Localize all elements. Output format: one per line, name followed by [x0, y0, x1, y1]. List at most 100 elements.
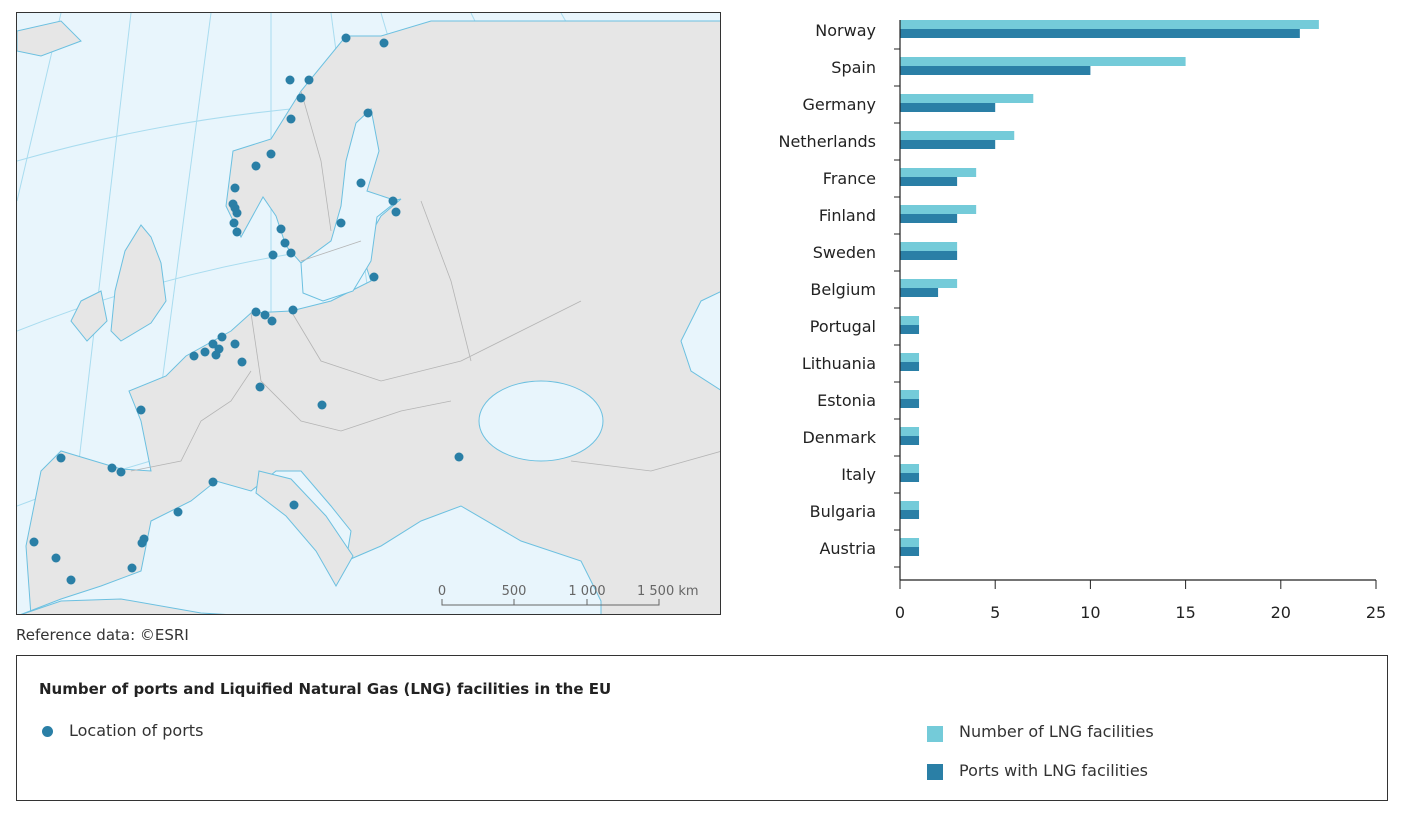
port-marker	[288, 305, 298, 315]
port-marker	[255, 382, 265, 392]
bar-ports-lng	[900, 547, 920, 556]
category-label: Belgium	[810, 280, 876, 299]
category-label: Spain	[831, 58, 876, 77]
legend-swatch-ports-lng	[927, 764, 943, 780]
port-marker	[230, 339, 240, 349]
bar-lng-facilities	[900, 242, 958, 251]
port-marker	[285, 75, 295, 85]
port-marker	[391, 207, 401, 217]
port-marker	[173, 507, 183, 517]
category-label: France	[823, 169, 876, 188]
category-label: Norway	[815, 21, 876, 40]
port-marker	[237, 357, 247, 367]
x-tick-label: 0	[895, 603, 905, 622]
category-label: Germany	[802, 95, 876, 114]
map-svg: 0 500 1 000 1 500 km	[17, 13, 720, 614]
port-marker	[229, 218, 239, 228]
port-marker	[217, 332, 227, 342]
bar-ports-lng	[900, 436, 920, 445]
port-marker	[136, 405, 146, 415]
port-marker	[286, 114, 296, 124]
bar-lng-facilities	[900, 390, 920, 399]
bar-lng-facilities	[900, 168, 977, 177]
bar-ports-lng	[900, 214, 958, 223]
port-marker	[127, 563, 137, 573]
port-marker	[260, 310, 270, 320]
bar-lng-facilities	[900, 205, 977, 214]
category-label: Finland	[819, 206, 876, 225]
port-marker	[369, 272, 379, 282]
port-marker	[280, 238, 290, 248]
port-marker	[341, 33, 351, 43]
port-marker	[276, 224, 286, 234]
bar-ports-lng	[900, 29, 1300, 38]
port-marker	[56, 453, 66, 463]
x-tick-label: 15	[1175, 603, 1195, 622]
bar-ports-lng	[900, 362, 920, 371]
category-label: Italy	[841, 465, 876, 484]
bar-lng-facilities	[900, 20, 1319, 29]
port-marker	[208, 477, 218, 487]
bar-lng-facilities	[900, 131, 1015, 140]
port-marker	[232, 208, 242, 218]
bar-lng-facilities	[900, 501, 920, 510]
port-marker	[189, 351, 199, 361]
port-marker	[230, 183, 240, 193]
port-marker	[317, 400, 327, 410]
legend-ports: Location of ports	[69, 721, 204, 740]
category-label: Netherlands	[778, 132, 876, 151]
bar-ports-lng	[900, 66, 1091, 75]
bar-ports-lng	[900, 251, 958, 260]
port-marker	[356, 178, 366, 188]
port-marker	[363, 108, 373, 118]
port-marker	[388, 196, 398, 206]
bar-ports-lng	[900, 399, 920, 408]
port-marker	[211, 350, 221, 360]
legend: Number of ports and Liquified Natural Ga…	[16, 655, 1388, 801]
port-marker	[232, 227, 242, 237]
category-label: Denmark	[802, 428, 876, 447]
black-sea	[478, 380, 604, 462]
category-label: Portugal	[810, 317, 876, 336]
page: 0 500 1 000 1 500 km Reference data: ©ES…	[0, 0, 1408, 819]
x-tick-label: 25	[1366, 603, 1386, 622]
scale-label: 1 000	[568, 584, 605, 599]
port-marker	[286, 248, 296, 258]
bar-lng-facilities	[900, 57, 1186, 66]
bar-lng-facilities	[900, 427, 920, 436]
port-marker	[51, 553, 61, 563]
port-marker	[289, 500, 299, 510]
bar-lng-facilities	[900, 279, 958, 288]
bar-lng-facilities	[900, 94, 1034, 103]
port-marker	[454, 452, 464, 462]
scale-label: 500	[502, 584, 527, 599]
europe-port-map: 0 500 1 000 1 500 km	[16, 12, 721, 615]
legend-title: Number of ports and Liquified Natural Ga…	[39, 680, 612, 698]
port-marker	[379, 38, 389, 48]
scale-label: 1 500 km	[637, 584, 699, 599]
bar-ports-lng	[900, 140, 996, 149]
port-marker	[137, 538, 147, 548]
bar-ports-lng	[900, 177, 958, 186]
port-marker	[200, 347, 210, 357]
bar-lng-facilities	[900, 538, 920, 547]
legend-ports-lng: Ports with LNG facilities	[959, 761, 1149, 780]
bar-ports-lng	[900, 103, 996, 112]
bar-ports-lng	[900, 325, 920, 334]
port-marker	[107, 463, 117, 473]
category-label: Lithuania	[802, 354, 876, 373]
reference-data: Reference data: ©ESRI	[16, 626, 189, 644]
bar-lng-facilities	[900, 353, 920, 362]
port-marker	[29, 537, 39, 547]
scale-label: 0	[438, 584, 446, 599]
port-marker	[116, 467, 126, 477]
port-marker	[251, 307, 261, 317]
port-marker	[266, 149, 276, 159]
bar-ports-lng	[900, 510, 920, 519]
port-marker	[336, 218, 346, 228]
x-tick-label: 10	[1080, 603, 1100, 622]
bar-lng-facilities	[900, 464, 920, 473]
category-label: Sweden	[813, 243, 876, 262]
port-marker	[304, 75, 314, 85]
legend-swatch-lng-facilities	[927, 726, 943, 742]
